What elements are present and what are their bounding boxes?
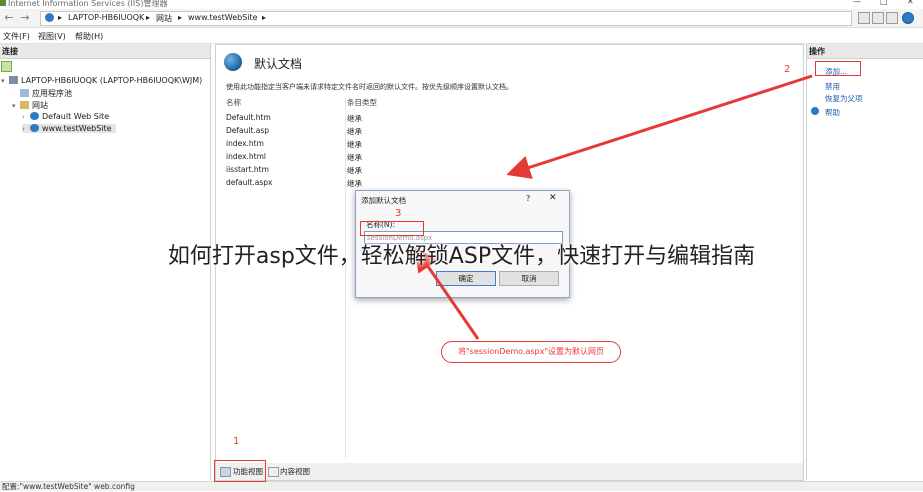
annotation-arrow-add bbox=[506, 74, 813, 179]
overlay-caption: 如何打开asp文件，轻松解锁ASP文件，快速打开与编辑指南 bbox=[167, 244, 756, 269]
annotation-callout: 将"sessionDemo.aspx"设置为默认网页 bbox=[441, 341, 621, 363]
